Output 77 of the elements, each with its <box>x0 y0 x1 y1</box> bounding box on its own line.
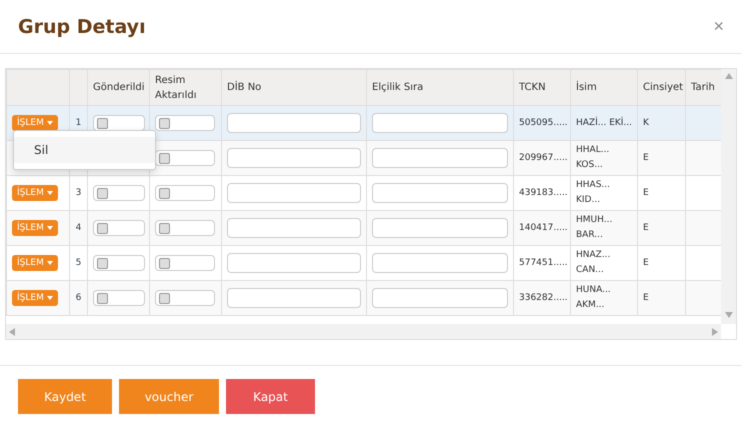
action-button[interactable]: İŞLEM <box>12 115 58 131</box>
dialog-button[interactable]: Kaydet <box>18 379 112 414</box>
column-header: Elçilik Sıra <box>366 70 514 106</box>
checkbox[interactable] <box>155 220 215 236</box>
dialog-button[interactable]: voucher <box>119 379 219 414</box>
table-cell: E <box>643 152 649 162</box>
table-cell: E <box>643 222 649 232</box>
caret-icon <box>46 261 53 265</box>
column-header: Tarih <box>686 70 721 106</box>
table-cell: HMUH... BAR... <box>576 215 612 240</box>
row-number: 6 <box>76 292 82 302</box>
table-cell: HNAZ... CAN... <box>576 250 610 275</box>
table-cell: HHAL... KOS... <box>576 145 610 170</box>
table-row[interactable]: İŞLEM 1 505095..... HAZİ... EKİ... K <box>6 106 721 140</box>
row-number: 5 <box>76 258 82 268</box>
vertical-scrollbar[interactable] <box>721 69 736 324</box>
dialog-title: Grup Detayı <box>18 16 146 38</box>
input-field[interactable] <box>372 113 508 133</box>
checkbox[interactable] <box>93 115 145 131</box>
close-button[interactable]: × <box>713 16 724 37</box>
column-header: Resim Aktarıldı <box>150 70 222 106</box>
input-field[interactable] <box>227 148 361 168</box>
column-header: DİB No <box>222 70 366 106</box>
scroll-down-icon[interactable] <box>725 312 733 318</box>
table-cell: 336282..... <box>519 292 568 302</box>
table-cell: K <box>643 118 649 128</box>
input-field[interactable] <box>372 288 508 308</box>
input-field[interactable] <box>227 218 361 238</box>
table-cell: 439183..... <box>519 188 568 198</box>
column-header: Cinsiyet <box>638 70 686 106</box>
caret-icon <box>46 296 53 300</box>
input-field[interactable] <box>372 253 508 273</box>
table-cell: E <box>643 292 649 302</box>
action-button[interactable]: İŞLEM <box>12 255 58 271</box>
column-header: İsim <box>570 70 638 106</box>
table-cell: HUNA... AKM... <box>576 285 611 310</box>
scroll-right-icon[interactable] <box>712 328 718 336</box>
menu-item[interactable]: Sil <box>14 137 155 163</box>
checkbox[interactable] <box>155 255 215 271</box>
checkbox[interactable] <box>93 255 145 271</box>
table-cell: 140417..... <box>519 222 568 232</box>
scroll-left-icon[interactable] <box>9 328 15 336</box>
scroll-up-icon[interactable] <box>725 73 733 79</box>
table-cell: 505095..... <box>519 118 568 128</box>
caret-icon <box>46 191 53 195</box>
horizontal-scrollbar[interactable] <box>6 324 721 339</box>
row-number: 3 <box>76 188 82 198</box>
input-field[interactable] <box>227 183 361 203</box>
action-button[interactable]: İŞLEM <box>12 220 58 236</box>
dialog-button[interactable]: Kapat <box>226 379 315 414</box>
input-field[interactable] <box>372 218 508 238</box>
checkbox[interactable] <box>93 220 145 236</box>
caret-icon <box>46 226 53 230</box>
table-cell: E <box>643 258 649 268</box>
column-header: TCKN <box>514 70 570 106</box>
checkbox[interactable] <box>93 185 145 201</box>
input-field[interactable] <box>227 253 361 273</box>
row-number: 4 <box>76 222 82 232</box>
checkbox[interactable] <box>155 150 215 166</box>
input-field[interactable] <box>372 183 508 203</box>
action-button[interactable]: İŞLEM <box>12 185 58 201</box>
checkbox[interactable] <box>155 185 215 201</box>
column-header: Gönderildi <box>88 70 150 106</box>
input-field[interactable] <box>227 113 361 133</box>
input-field[interactable] <box>227 288 361 308</box>
table-cell: E <box>643 188 649 198</box>
checkbox[interactable] <box>93 290 145 306</box>
input-field[interactable] <box>372 148 508 168</box>
checkbox[interactable] <box>155 115 215 131</box>
table-cell: HAZİ... EKİ... <box>576 118 632 128</box>
checkbox[interactable] <box>155 290 215 306</box>
table-cell: HHAS... KID... <box>576 180 610 205</box>
row-number: 1 <box>76 118 82 128</box>
action-button[interactable]: İŞLEM <box>12 290 58 306</box>
caret-icon <box>46 121 53 125</box>
table-cell: 209967..... <box>519 152 568 162</box>
table-cell: 577451..... <box>519 258 568 268</box>
